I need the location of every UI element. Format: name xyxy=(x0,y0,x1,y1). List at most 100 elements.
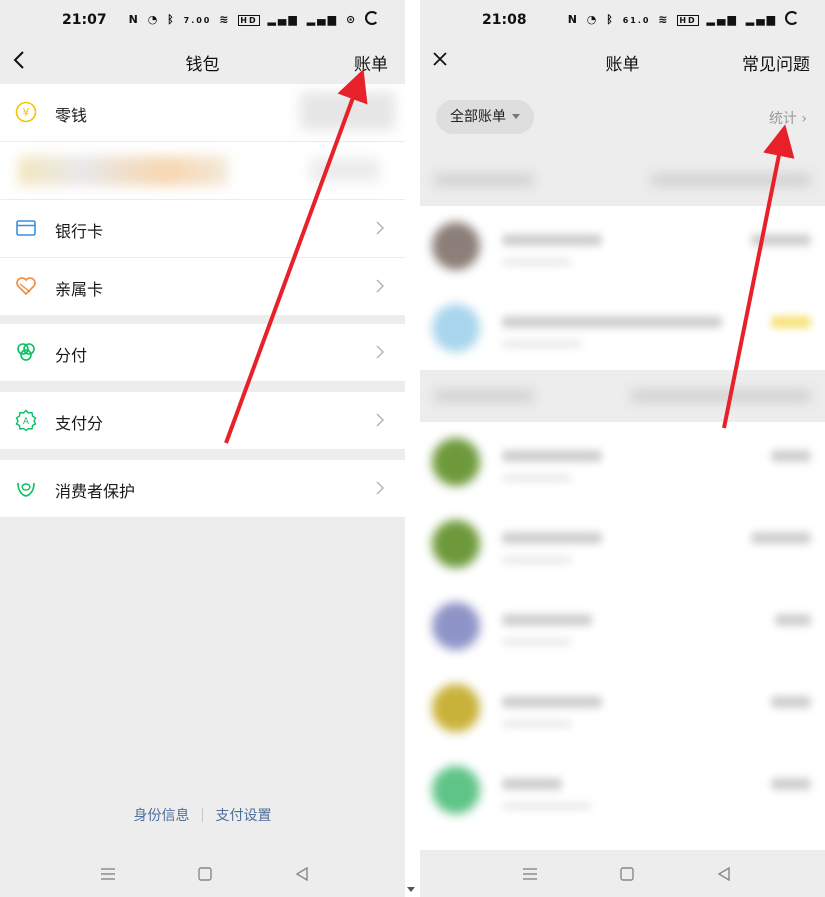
blurred-amount xyxy=(771,450,811,462)
transaction-row[interactable] xyxy=(420,206,825,288)
all-bills-filter[interactable]: 全部账单 xyxy=(436,100,534,134)
footer-divider xyxy=(202,808,203,822)
blurred-time xyxy=(502,802,592,810)
stats-link[interactable]: 统计 › xyxy=(769,108,807,128)
blurred-amount xyxy=(751,532,811,544)
month-header xyxy=(420,370,825,422)
bill-link[interactable]: 账单 xyxy=(354,50,388,75)
wallet-item-label: 零钱 xyxy=(55,106,88,125)
avatar xyxy=(432,520,480,568)
net-speed: 61.0 xyxy=(622,16,651,25)
stats-label: 统计 xyxy=(768,111,797,127)
transaction-row[interactable] xyxy=(420,288,825,370)
status-time: 21:07 xyxy=(62,12,107,28)
blurred-time xyxy=(502,638,572,646)
wallet-item-blurred[interactable] xyxy=(0,142,405,200)
wallet-item-label: 分付 xyxy=(55,346,88,365)
svg-text:¥: ¥ xyxy=(23,106,30,119)
status-bar: 21:08 N ◔ ᛒ 61.0 ≋ HD ▂▄▆ ▂▄▆ xyxy=(420,0,825,40)
transaction-row[interactable] xyxy=(420,586,825,668)
svg-text:A: A xyxy=(23,417,30,427)
status-icons: N ◔ ᛒ 61.0 ≋ HD ▂▄▆ ▂▄▆ xyxy=(566,11,799,26)
menu-icon[interactable] xyxy=(100,866,116,882)
filter-label: 全部账单 xyxy=(450,109,506,125)
avatar xyxy=(432,438,480,486)
signal-icon-2: ▂▄▆ xyxy=(745,13,778,26)
nfc-icon: N xyxy=(128,13,140,26)
coin-icon: ¥ xyxy=(15,101,37,123)
faq-link[interactable]: 常见问题 xyxy=(742,50,810,75)
caret-down-icon xyxy=(407,887,415,892)
month-header xyxy=(420,154,825,206)
blurred-time xyxy=(502,556,572,564)
system-nav-bar xyxy=(420,850,825,897)
panel-divider xyxy=(405,0,420,897)
bill-screen: 21:08 N ◔ ᛒ 61.0 ≋ HD ▂▄▆ ▂▄▆ 账单 常见问题 全部… xyxy=(420,0,825,897)
wallet-item-change[interactable]: ¥ 零钱 xyxy=(0,84,405,142)
wallet-item-installment[interactable]: 分付 xyxy=(0,324,405,381)
signal-icon-2: ▂▄▆ xyxy=(306,13,339,26)
bank-card-icon xyxy=(16,220,36,236)
vpn-icon: ⊙ xyxy=(345,13,358,26)
transaction-row[interactable] xyxy=(420,504,825,586)
transaction-row[interactable] xyxy=(420,750,825,832)
blurred-amount xyxy=(771,696,811,708)
battery-icon xyxy=(365,11,379,25)
bluetooth-icon: ᛒ xyxy=(606,13,615,26)
net-speed: 7.00 xyxy=(183,16,212,25)
blurred-title xyxy=(502,778,562,790)
wallet-item-consumer-protection[interactable]: 消费者保护 xyxy=(0,460,405,517)
signal-icon: ▂▄▆ xyxy=(267,13,299,26)
wallet-item-payscore[interactable]: A 支付分 xyxy=(0,392,405,449)
blurred-row-value xyxy=(310,158,380,182)
wallet-item-family-card[interactable]: 亲属卡 xyxy=(0,258,405,315)
wallet-item-label: 银行卡 xyxy=(55,222,104,241)
system-nav-bar xyxy=(0,850,405,897)
blurred-title xyxy=(502,316,722,328)
wallet-group-3: A 支付分 xyxy=(0,392,405,449)
back-icon[interactable] xyxy=(716,866,732,882)
status-time: 21:08 xyxy=(482,12,527,28)
blurred-title xyxy=(502,614,592,626)
avatar xyxy=(432,304,480,352)
wallet-item-label: 支付分 xyxy=(55,414,104,433)
blurred-amount xyxy=(771,778,811,790)
hd-icon: HD xyxy=(677,15,699,26)
home-icon[interactable] xyxy=(619,866,635,882)
consumer-protection-icon xyxy=(17,482,35,497)
nav-bar: 账单 常见问题 xyxy=(420,40,825,84)
blurred-time xyxy=(502,474,572,482)
identity-info-link[interactable]: 身份信息 xyxy=(134,808,190,824)
blurred-amount xyxy=(751,234,811,246)
transaction-list xyxy=(420,154,825,850)
chevron-right-icon: › xyxy=(801,111,807,127)
wallet-screen: 21:07 N ◔ ᛒ 7.00 ≋ HD ▂▄▆ ▂▄▆ ⊙ 钱包 账单 ¥ … xyxy=(0,0,405,897)
payment-settings-link[interactable]: 支付设置 xyxy=(215,808,271,824)
home-icon[interactable] xyxy=(197,866,213,882)
wallet-item-bank-card[interactable]: 银行卡 xyxy=(0,200,405,258)
status-icons: N ◔ ᛒ 7.00 ≋ HD ▂▄▆ ▂▄▆ ⊙ xyxy=(127,11,379,26)
transaction-row[interactable] xyxy=(420,668,825,750)
back-icon[interactable] xyxy=(294,866,310,882)
wallet-group-2: 分付 xyxy=(0,324,405,381)
hd-icon: HD xyxy=(238,15,260,26)
menu-icon[interactable] xyxy=(522,866,538,882)
alarm-icon: ◔ xyxy=(586,13,599,26)
blurred-time xyxy=(502,258,572,266)
transaction-row[interactable] xyxy=(420,422,825,504)
wallet-group-4: 消费者保护 xyxy=(0,460,405,517)
nfc-icon: N xyxy=(567,13,579,26)
installment-icon xyxy=(17,343,35,361)
blurred-time xyxy=(502,340,582,348)
blurred-title xyxy=(502,450,602,462)
caret-down-icon xyxy=(512,114,520,119)
battery-icon xyxy=(785,11,799,25)
chevron-right-icon xyxy=(376,279,385,293)
chevron-right-icon xyxy=(376,481,385,495)
chevron-right-icon xyxy=(376,413,385,427)
wifi-icon: ≋ xyxy=(219,13,231,26)
payscore-icon: A xyxy=(15,409,37,431)
blurred-amount xyxy=(771,316,811,328)
avatar xyxy=(432,222,480,270)
status-bar: 21:07 N ◔ ᛒ 7.00 ≋ HD ▂▄▆ ▂▄▆ ⊙ xyxy=(0,0,405,40)
